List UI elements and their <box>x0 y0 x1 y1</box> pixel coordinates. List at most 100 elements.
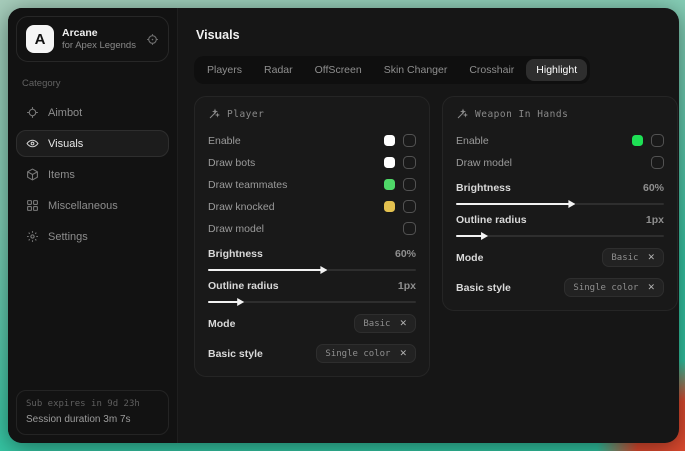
grid-icon <box>26 199 39 212</box>
color-swatch[interactable] <box>384 157 395 168</box>
tab-players[interactable]: Players <box>197 59 252 81</box>
tag-single-color[interactable]: Single color✕ <box>316 344 416 363</box>
tag-row-mode: Mode Basic ✕ <box>456 248 664 267</box>
tag-row-basic-style: Basic style Single color✕ <box>208 344 416 363</box>
checkbox-draw-model[interactable] <box>651 156 664 169</box>
tag-row-label: Mode <box>208 318 235 330</box>
slider-thumb[interactable] <box>320 266 327 274</box>
tab-highlight[interactable]: Highlight <box>526 59 587 81</box>
color-swatch[interactable] <box>384 201 395 212</box>
tab-crosshair[interactable]: Crosshair <box>459 59 524 81</box>
tag-basic[interactable]: Basic✕ <box>354 314 416 333</box>
checkbox-draw-knocked[interactable] <box>403 200 416 213</box>
toggle-controls <box>651 156 664 169</box>
sidebar-item-items[interactable]: Items <box>16 161 169 188</box>
toggle-controls <box>632 134 664 147</box>
sidebar-item-visuals[interactable]: Visuals <box>16 130 169 157</box>
app-subtitle: for Apex Legends <box>62 40 138 52</box>
app-name: Arcane <box>62 27 138 40</box>
session-card: Sub expires in 9d 23h Session duration 3… <box>16 390 169 435</box>
tab-skin-changer[interactable]: Skin Changer <box>374 59 458 81</box>
slider-fill <box>456 235 483 237</box>
close-icon[interactable]: ✕ <box>647 252 655 263</box>
close-icon[interactable]: ✕ <box>647 282 655 293</box>
sidebar-item-settings[interactable]: Settings <box>16 223 169 250</box>
toggle-label: Draw model <box>456 157 512 169</box>
sidebar-item-label: Items <box>48 169 75 181</box>
slider-track-outline-radius[interactable] <box>456 235 664 237</box>
gear-icon <box>26 230 39 243</box>
toggle-row-enable: Enable <box>208 130 416 151</box>
tab-radar[interactable]: Radar <box>254 59 303 81</box>
slider-thumb[interactable] <box>481 232 488 240</box>
slider-value: 1px <box>398 280 416 292</box>
package-icon <box>26 168 39 181</box>
tag-value: Single color <box>573 283 638 293</box>
sidebar-nav: Aimbot Visuals Items Miscellaneous Settings <box>16 99 169 250</box>
toggle-controls <box>384 134 416 147</box>
page-title: Visuals <box>196 28 676 42</box>
sidebar-item-label: Aimbot <box>48 107 82 119</box>
slider-track-brightness[interactable] <box>456 203 664 205</box>
toggle-controls <box>403 222 416 235</box>
toggle-label: Draw model <box>208 223 264 235</box>
main-content: Visuals PlayersRadarOffScreenSkin Change… <box>178 8 679 443</box>
slider-block-brightness: Brightness 60% <box>208 248 416 271</box>
panels-container: PlayerEnableDraw botsDraw teammatesDraw … <box>194 96 678 377</box>
checkbox-enable[interactable] <box>403 134 416 147</box>
slider-thumb[interactable] <box>568 200 575 208</box>
toggle-row-draw-model: Draw model <box>456 152 664 173</box>
tag-row-basic-style: Basic style Single color ✕ <box>456 278 664 297</box>
eye-icon <box>26 137 39 150</box>
toggle-label: Enable <box>208 135 241 147</box>
sub-expiry-text: Sub expires in 9d 23h <box>26 398 159 412</box>
toggle-row-draw-knocked: Draw knocked <box>208 196 416 217</box>
tag-row-mode: Mode Basic✕ <box>208 314 416 333</box>
slider-label: Brightness <box>208 248 263 260</box>
checkbox-draw-model[interactable] <box>403 222 416 235</box>
panel-header: Player <box>208 108 416 120</box>
brand-text: Arcane for Apex Legends <box>62 27 138 52</box>
slider-block-outline-radius: Outline radius1px <box>456 214 664 237</box>
toggle-controls <box>384 156 416 169</box>
slider-block-brightness: Brightness60% <box>456 182 664 205</box>
slider-thumb[interactable] <box>237 298 244 306</box>
color-swatch[interactable] <box>632 135 643 146</box>
panel-player: PlayerEnableDraw botsDraw teammatesDraw … <box>194 96 430 377</box>
tag-single-color[interactable]: Single color ✕ <box>564 278 664 297</box>
sidebar: A Arcane for Apex Legends Category Aimbo… <box>8 8 178 443</box>
close-icon[interactable]: ✕ <box>399 348 407 359</box>
brand-card: A Arcane for Apex Legends <box>16 16 169 62</box>
slider-track-outline-radius[interactable] <box>208 301 416 303</box>
sidebar-item-label: Miscellaneous <box>48 200 118 212</box>
tab-offscreen[interactable]: OffScreen <box>305 59 372 81</box>
tag-value: Basic <box>611 253 638 263</box>
app-logo: A <box>26 25 54 53</box>
app-window: A Arcane for Apex Legends Category Aimbo… <box>8 8 679 443</box>
target-icon[interactable] <box>146 33 159 46</box>
category-label: Category <box>22 78 163 89</box>
sidebar-item-label: Settings <box>48 231 88 243</box>
checkbox-draw-teammates[interactable] <box>403 178 416 191</box>
crosshair-icon <box>26 106 39 119</box>
session-duration-text: Session duration 3m 7s <box>26 412 159 428</box>
sidebar-item-miscellaneous[interactable]: Miscellaneous <box>16 192 169 219</box>
tag-row-label: Mode <box>456 252 483 264</box>
slider-fill <box>456 203 570 205</box>
toggle-row-enable: Enable <box>456 130 664 151</box>
checkbox-draw-bots[interactable] <box>403 156 416 169</box>
checkbox-enable[interactable] <box>651 134 664 147</box>
tag-row-label: Basic style <box>208 348 263 360</box>
wand-icon <box>208 108 220 120</box>
toggle-row-draw-model: Draw model <box>208 218 416 239</box>
sidebar-item-aimbot[interactable]: Aimbot <box>16 99 169 126</box>
color-swatch[interactable] <box>384 135 395 146</box>
slider-value: 60% <box>395 248 416 260</box>
slider-track-brightness[interactable] <box>208 269 416 271</box>
color-swatch[interactable] <box>384 179 395 190</box>
close-icon[interactable]: ✕ <box>399 318 407 329</box>
tag-basic[interactable]: Basic ✕ <box>602 248 664 267</box>
slider-label: Outline radius <box>208 280 279 292</box>
tag-row-label: Basic style <box>456 282 511 294</box>
panel-title: Weapon In Hands <box>475 109 568 120</box>
